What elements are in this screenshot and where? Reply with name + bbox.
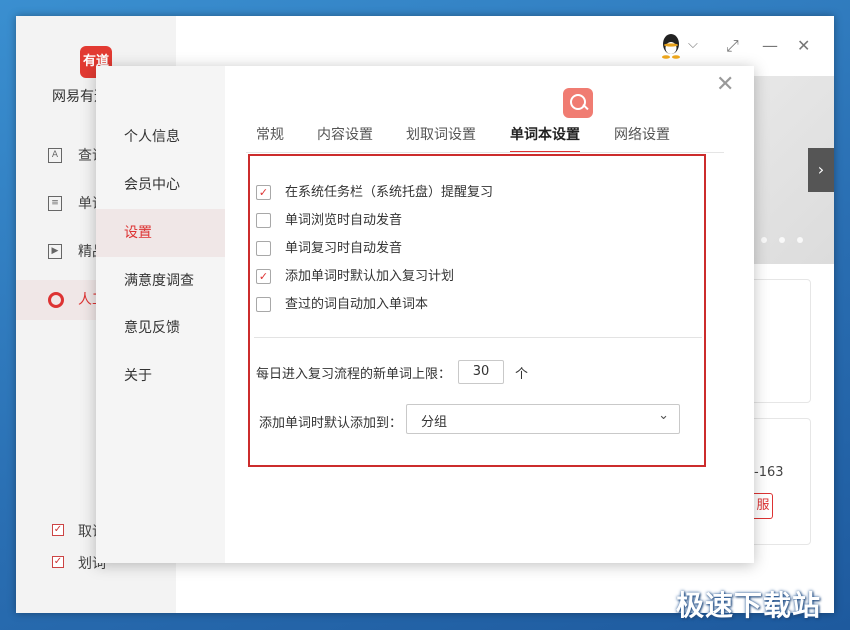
daily-limit-unit: 个: [515, 367, 529, 382]
dialog-close-icon[interactable]: ✕: [716, 74, 734, 96]
dictionary-icon: A: [48, 148, 62, 163]
search-logo-icon: [563, 88, 593, 118]
account-dropdown-icon[interactable]: ⌵: [688, 37, 698, 52]
banner-next-arrow-icon[interactable]: ›: [808, 148, 834, 192]
customer-service-button[interactable]: 服: [754, 493, 773, 519]
section-divider: [254, 337, 702, 338]
service-phone-text: -163: [754, 465, 784, 480]
option-label: 在系统任务栏（系统托盘）提醒复习: [285, 185, 494, 200]
qq-avatar-icon[interactable]: [660, 33, 682, 59]
option-label: 单词浏览时自动发音: [285, 213, 403, 228]
default-group-select[interactable]: 分组 ⌄: [406, 404, 680, 434]
tab-content[interactable]: 内容设置: [317, 124, 373, 151]
select-word-checkbox[interactable]: ✓: [52, 556, 64, 568]
tab-word-capture[interactable]: 划取词设置: [406, 124, 476, 151]
nav-item-profile[interactable]: 个人信息: [96, 113, 225, 161]
checkbox[interactable]: [256, 213, 271, 228]
nav-item-about[interactable]: 关于: [96, 352, 225, 400]
option-label: 查过的词自动加入单词本: [285, 297, 429, 312]
nav-item-survey[interactable]: 满意度调查: [96, 257, 225, 305]
nav-item-membership[interactable]: 会员中心: [96, 161, 225, 209]
window-close-icon[interactable]: ✕: [797, 36, 810, 55]
wordbook-icon: ≡: [48, 196, 62, 211]
settings-dialog: 个人信息 会员中心 设置 满意度调查 意见反馈 关于 ✕ 常规 内容设置 划取词…: [96, 66, 754, 563]
nav-item-feedback[interactable]: 意见反馈: [96, 304, 225, 352]
option-label: 添加单词时默认加入复习计划: [285, 269, 455, 284]
chevron-down-icon: ⌄: [658, 408, 669, 423]
tab-network[interactable]: 网络设置: [614, 124, 670, 151]
checkbox[interactable]: [256, 241, 271, 256]
tab-general[interactable]: 常规: [256, 124, 284, 151]
banner-pagination: [761, 232, 815, 247]
default-group-label: 添加单词时默认添加到：: [259, 416, 403, 431]
watermark: 极速下载站: [676, 589, 822, 622]
video-icon: ▶: [48, 244, 62, 259]
human-translation-icon: [48, 292, 64, 308]
option-label: 单词复习时自动发音: [285, 241, 403, 256]
daily-limit-label: 每日进入复习流程的新单词上限：: [256, 367, 452, 382]
checkbox[interactable]: ✓: [256, 185, 271, 200]
checkbox[interactable]: [256, 297, 271, 312]
minimize-icon[interactable]: —: [762, 36, 778, 55]
tab-divider: [246, 152, 724, 153]
tab-wordbook[interactable]: 单词本设置: [510, 124, 580, 153]
nav-item-settings[interactable]: 设置: [96, 209, 225, 257]
daily-limit-input[interactable]: 30: [458, 360, 504, 384]
settings-nav: 个人信息 会员中心 设置 满意度调查 意见反馈 关于: [96, 66, 225, 563]
default-group-value: 分组: [421, 415, 448, 430]
restore-icon[interactable]: ⤢: [726, 36, 739, 56]
capture-word-checkbox[interactable]: ✓: [52, 524, 64, 536]
checkbox[interactable]: ✓: [256, 269, 271, 284]
